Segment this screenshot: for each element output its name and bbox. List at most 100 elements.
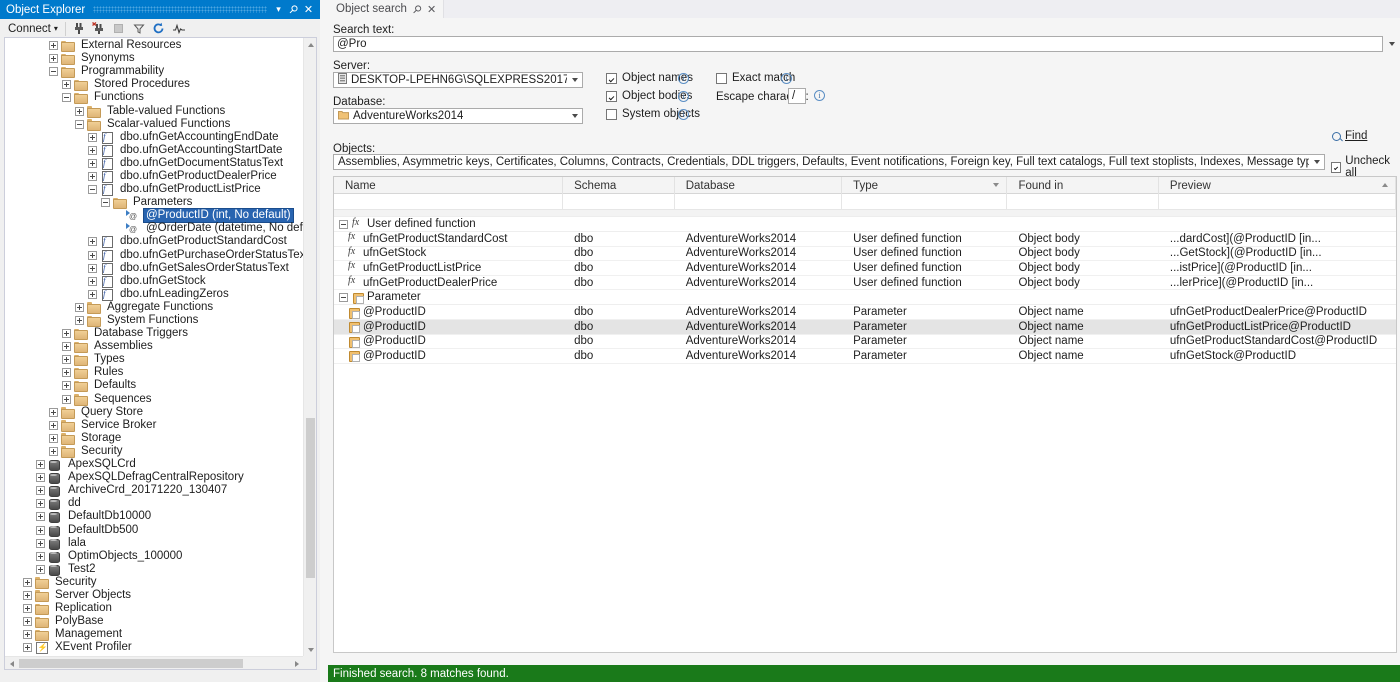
expand-icon[interactable] bbox=[23, 604, 32, 614]
tree-node[interactable]: Service Broker bbox=[5, 419, 303, 432]
tree-node[interactable]: Security bbox=[5, 445, 303, 458]
tree-node[interactable]: ApexSQLCrd bbox=[5, 458, 303, 472]
scroll-up-icon[interactable] bbox=[304, 38, 316, 51]
connect-object-explorer-icon[interactable] bbox=[70, 20, 88, 37]
database-dropdown-icon[interactable] bbox=[567, 109, 582, 123]
grid-filter-cell-found_in[interactable] bbox=[1007, 194, 1159, 210]
tree-node[interactable]: External Resources bbox=[5, 39, 303, 53]
refresh-icon[interactable] bbox=[150, 20, 168, 37]
grid-body[interactable]: User defined functionufnGetProductStanda… bbox=[334, 217, 1396, 364]
tree-horizontal-scrollbar[interactable] bbox=[5, 656, 303, 669]
collapse-icon[interactable] bbox=[75, 119, 84, 129]
grid-filter-cell-type[interactable] bbox=[842, 194, 1008, 210]
expand-icon[interactable] bbox=[75, 316, 84, 326]
expand-icon[interactable] bbox=[88, 276, 97, 286]
table-row[interactable]: ufnGetStock dbo AdventureWorks2014 User def… bbox=[334, 246, 1396, 262]
expand-icon[interactable] bbox=[36, 564, 45, 574]
expand-icon[interactable] bbox=[62, 80, 71, 90]
expand-icon[interactable] bbox=[49, 41, 58, 51]
grid-column-header-schema[interactable]: Schema bbox=[563, 177, 675, 194]
tab-object-search[interactable]: Object search ⚲ ✕ bbox=[328, 0, 445, 18]
tree-node[interactable]: dbo.ufnLeadingZeros bbox=[5, 288, 303, 301]
expand-icon[interactable] bbox=[23, 617, 32, 627]
expand-icon[interactable] bbox=[36, 538, 45, 548]
connect-button[interactable]: Connect ▾ bbox=[5, 22, 61, 36]
grid-filter-cell-preview[interactable] bbox=[1159, 194, 1396, 210]
expand-icon[interactable] bbox=[62, 381, 71, 391]
collapse-icon[interactable] bbox=[339, 292, 348, 302]
tree-node[interactable]: dbo.ufnGetDocumentStatusText bbox=[5, 157, 303, 170]
tree-vertical-scrollbar[interactable] bbox=[303, 38, 316, 656]
grid-filter-cell-schema[interactable] bbox=[563, 194, 675, 210]
titlebar-drag-area[interactable] bbox=[85, 0, 271, 19]
grid-column-header-found_in[interactable]: Found in bbox=[1007, 177, 1159, 194]
tree-node[interactable]: Types bbox=[5, 353, 303, 367]
grid-group-row[interactable]: User defined function bbox=[334, 217, 1396, 232]
search-results-grid[interactable]: Name Schema Database Type Found in Preview Us… bbox=[333, 176, 1397, 653]
expand-icon[interactable] bbox=[23, 590, 32, 600]
collapse-icon[interactable] bbox=[88, 185, 97, 195]
server-combobox[interactable]: DESKTOP-LPEHN6G\SQLEXPRESS2017 bbox=[333, 72, 583, 88]
tree-node[interactable]: PolyBase bbox=[5, 615, 303, 629]
tree-node[interactable]: lala bbox=[5, 537, 303, 550]
collapse-icon[interactable] bbox=[62, 93, 71, 103]
scroll-left-icon[interactable] bbox=[5, 657, 18, 669]
tree-node[interactable]: Scalar-valued Functions bbox=[5, 118, 303, 131]
database-combobox[interactable]: AdventureWorks2014 bbox=[333, 108, 583, 124]
scroll-right-icon[interactable] bbox=[290, 657, 303, 669]
tree-node[interactable]: dbo.ufnGetAccountingStartDate bbox=[5, 144, 303, 157]
expand-icon[interactable] bbox=[49, 54, 58, 64]
tree-node[interactable]: ArchiveCrd_20171220_130407 bbox=[5, 484, 303, 498]
expand-icon[interactable] bbox=[36, 486, 45, 496]
tree-node[interactable]: Management bbox=[5, 628, 303, 642]
filter-icon[interactable] bbox=[130, 20, 148, 37]
system-objects-info-icon[interactable]: i bbox=[678, 109, 689, 120]
tree-node[interactable]: Rules bbox=[5, 366, 303, 380]
collapse-icon[interactable] bbox=[339, 219, 348, 229]
expand-icon[interactable] bbox=[36, 460, 45, 470]
tree-node[interactable]: Functions bbox=[5, 91, 303, 105]
expand-icon[interactable] bbox=[36, 525, 45, 535]
grid-group-row[interactable]: Parameter bbox=[334, 290, 1396, 306]
object-names-info-icon[interactable]: i bbox=[678, 73, 689, 84]
tree-node[interactable]: dbo.ufnGetPurchaseOrderStatusText bbox=[5, 249, 303, 262]
table-row[interactable]: @ProductID dbo AdventureWorks2014 Parameter… bbox=[334, 305, 1396, 320]
tree-node[interactable]: dbo.ufnGetProductDealerPrice bbox=[5, 170, 303, 183]
tree-node[interactable]: Query Store bbox=[5, 406, 303, 419]
tree-node[interactable]: XEvent Profiler bbox=[5, 641, 303, 655]
expand-icon[interactable] bbox=[88, 289, 97, 299]
table-row[interactable]: @ProductID dbo AdventureWorks2014 Parameter… bbox=[334, 349, 1396, 364]
escape-character-input[interactable]: / bbox=[788, 88, 806, 104]
expand-icon[interactable] bbox=[88, 145, 97, 155]
expand-icon[interactable] bbox=[36, 499, 45, 509]
tree-scrollbar-thumb[interactable] bbox=[306, 418, 315, 578]
grid-header-row[interactable]: Name Schema Database Type Found in Preview bbox=[334, 177, 1396, 194]
tree-node[interactable]: dbo.ufnGetProductStandardCost bbox=[5, 235, 303, 249]
grid-column-header-preview[interactable]: Preview bbox=[1159, 177, 1396, 194]
grid-column-header-database[interactable]: Database bbox=[675, 177, 843, 194]
tree-node[interactable]: dbo.ufnGetAccountingEndDate bbox=[5, 131, 303, 144]
grid-filter-cell-database[interactable] bbox=[675, 194, 843, 210]
tree-node[interactable]: Aggregate Functions bbox=[5, 301, 303, 314]
escape-character-info-icon[interactable]: i bbox=[814, 90, 825, 101]
object-bodies-info-icon[interactable]: i bbox=[678, 91, 689, 102]
tree-node[interactable]: Replication bbox=[5, 602, 303, 616]
expand-icon[interactable] bbox=[62, 355, 71, 365]
tree-hscrollbar-thumb[interactable] bbox=[19, 659, 243, 668]
expand-icon[interactable] bbox=[36, 512, 45, 522]
tree-node[interactable]: Security bbox=[5, 576, 303, 589]
tree-node[interactable]: dbo.ufnGetStock bbox=[5, 275, 303, 288]
tree-node[interactable]: Parameters bbox=[5, 196, 303, 210]
expand-icon[interactable] bbox=[88, 158, 97, 168]
tree-node[interactable]: @ProductID (int, No default) bbox=[5, 208, 303, 224]
tree-node[interactable]: Test2 bbox=[5, 563, 303, 576]
expand-icon[interactable] bbox=[49, 433, 58, 443]
disconnect-object-explorer-icon[interactable] bbox=[90, 20, 108, 37]
expand-icon[interactable] bbox=[88, 237, 97, 247]
find-button[interactable]: Find bbox=[1332, 130, 1367, 142]
grid-column-header-name[interactable]: Name bbox=[334, 177, 564, 194]
expand-icon[interactable] bbox=[88, 263, 97, 273]
pin-icon[interactable]: ⚲ bbox=[410, 2, 425, 16]
tree-node[interactable]: Storage bbox=[5, 432, 303, 445]
expand-icon[interactable] bbox=[23, 630, 32, 640]
